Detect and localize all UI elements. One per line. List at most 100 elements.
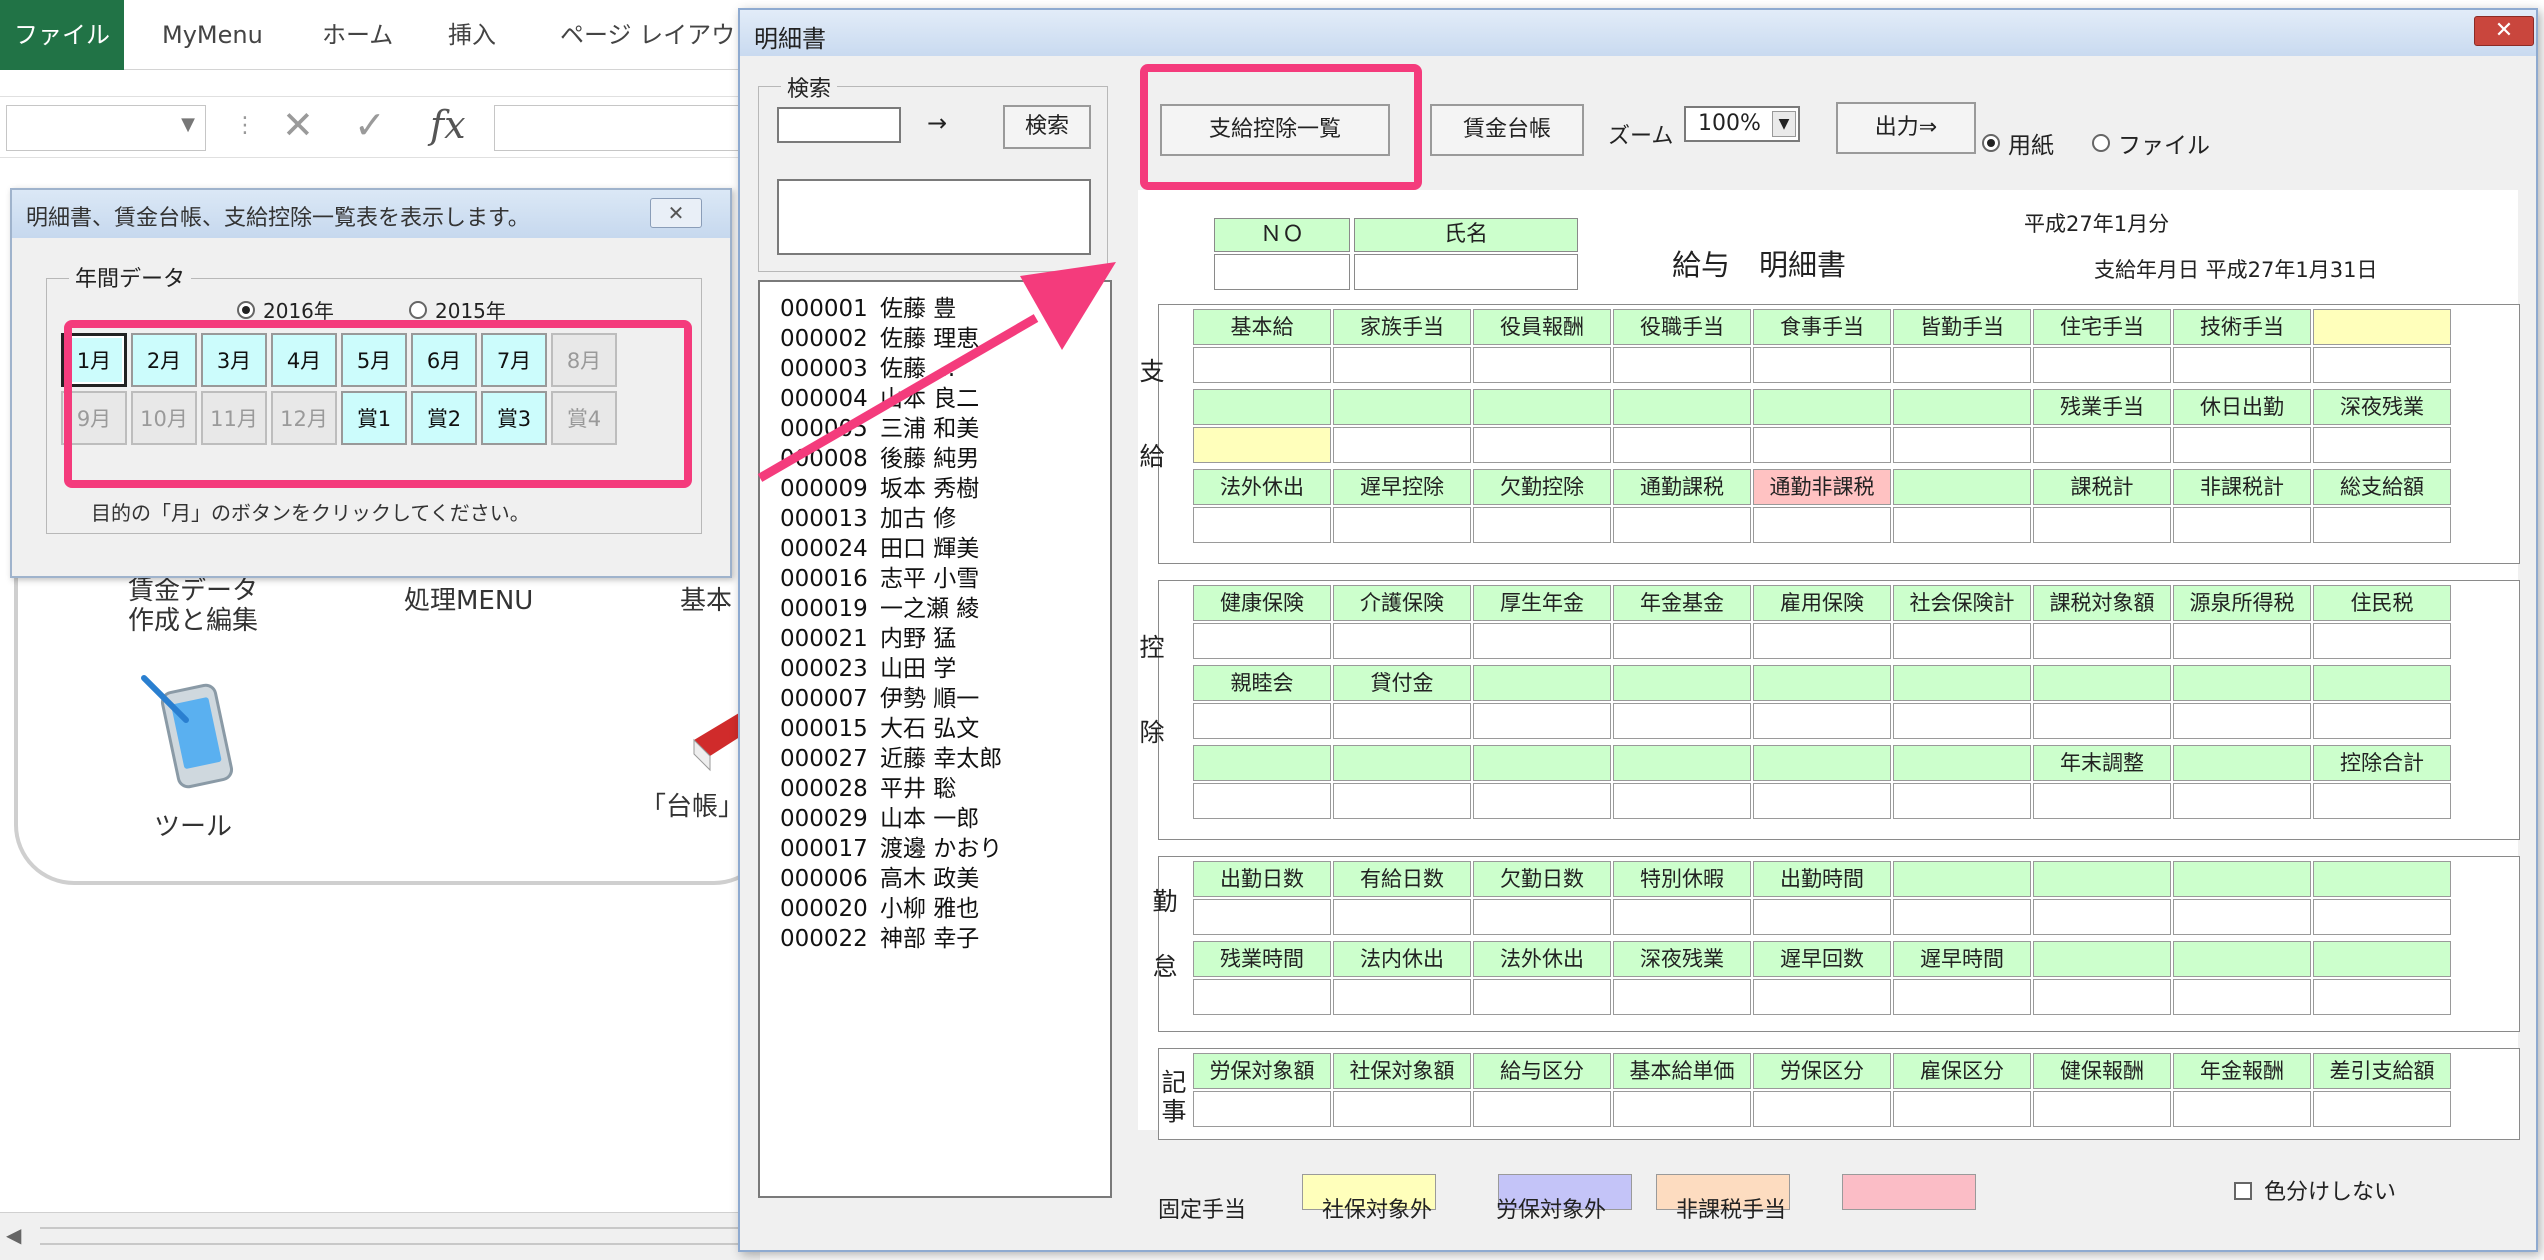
- scroll-track[interactable]: [40, 1227, 760, 1245]
- employee-list-item[interactable]: 000021 内野 猛: [780, 624, 1110, 654]
- menu-data-edit-line2[interactable]: 作成と編集: [128, 600, 258, 637]
- search-result-box[interactable]: [777, 179, 1091, 255]
- window-title: 明細書: [754, 25, 826, 53]
- item-value: [1473, 1091, 1611, 1127]
- item-label: 有給日数: [1333, 861, 1471, 897]
- output-button[interactable]: 出力⇒: [1836, 102, 1976, 154]
- employee-list-item[interactable]: 000022 神部 幸子: [780, 924, 1110, 954]
- item-label: 年金報酬: [2173, 1053, 2311, 1089]
- wage-ledger-button[interactable]: 賃金台帳: [1430, 104, 1584, 156]
- menu-basic[interactable]: 基本: [680, 580, 732, 617]
- item-label: 深夜残業: [1613, 941, 1751, 977]
- item-value: [1893, 1091, 2031, 1127]
- output-file-radio[interactable]: ファイル: [2092, 126, 2210, 160]
- no-color-checkbox[interactable]: [2234, 1182, 2252, 1200]
- dialog-titlebar[interactable]: 明細書、賃金台帳、支給控除一覧表を表示します。 ✕: [12, 190, 730, 238]
- employee-list-item[interactable]: 000015 大石 弘文: [780, 714, 1110, 744]
- item-label: [1893, 745, 2031, 781]
- employee-list-item[interactable]: 000007 伊勢 順一: [780, 684, 1110, 714]
- ribbon-tab-bar: ファイル MyMenu ホーム 挿入 ページ レイアウト: [0, 0, 760, 70]
- employee-list-item[interactable]: 000029 山本 一郎: [780, 804, 1110, 834]
- item-value: [1333, 507, 1471, 543]
- employee-list-item[interactable]: 000020 小柳 雅也: [780, 894, 1110, 924]
- tab-file[interactable]: ファイル: [0, 0, 124, 70]
- payslip-window: 明細書 ✕ 検索 → 検索 000001 佐藤 豊 000002 佐藤 理恵 00000…: [738, 8, 2538, 1252]
- zoom-select[interactable]: 100% ▼: [1684, 106, 1800, 142]
- chevron-down-icon[interactable]: ▼: [1772, 111, 1796, 137]
- employee-list-item[interactable]: 000008 後藤 純男: [780, 444, 1110, 474]
- item-value: [2313, 507, 2451, 543]
- employee-list-item[interactable]: 000019 一之瀬 綾: [780, 594, 1110, 624]
- item-value: [1613, 783, 1751, 819]
- employee-list-item[interactable]: 000023 山田 学: [780, 654, 1110, 684]
- tab-page-layout[interactable]: ページ レイアウト: [560, 0, 759, 70]
- item-value: [2033, 347, 2171, 383]
- legend-label: 固定手当: [1158, 1198, 1247, 1223]
- item-value: [2033, 979, 2171, 1015]
- employee-code: 000020: [780, 896, 868, 922]
- name-box[interactable]: ▼: [6, 105, 206, 151]
- radio-icon[interactable]: [2092, 134, 2110, 152]
- item-value: [2033, 783, 2171, 819]
- employee-list-item[interactable]: 000013 加古 修: [780, 504, 1110, 534]
- employee-name: 三浦 和美: [880, 416, 980, 442]
- employee-code: 000017: [780, 836, 868, 862]
- close-button[interactable]: ✕: [2474, 16, 2534, 46]
- employee-list-item[interactable]: 000028 平井 聡: [780, 774, 1110, 804]
- payslip-section: 記事 労保対象額 社保対象額 給与区分 基本給単価 労保区分 雇保区分 健保報酬 年金報酬 差引支…: [1158, 1048, 2520, 1140]
- employee-list-item[interactable]: 000027 近藤 幸太郎: [780, 744, 1110, 774]
- employee-list-item[interactable]: 000004 山本 良二: [780, 384, 1110, 414]
- window-titlebar[interactable]: 明細書 ✕: [740, 10, 2536, 56]
- item-value: [1193, 979, 1331, 1015]
- tab-mymenu[interactable]: MyMenu: [162, 0, 263, 70]
- item-label: 源泉所得税: [2173, 585, 2311, 621]
- item-label: 残業時間: [1193, 941, 1331, 977]
- menu-process[interactable]: 処理MENU: [404, 580, 533, 617]
- menu-tool[interactable]: ツール: [154, 806, 232, 843]
- tool-phone-icon[interactable]: [130, 670, 240, 800]
- item-label: 出勤時間: [1753, 861, 1891, 897]
- employee-list-item[interactable]: 000009 坂本 秀樹: [780, 474, 1110, 504]
- employee-list-item[interactable]: 000001 佐藤 豊: [780, 294, 1110, 324]
- item-label: [2033, 861, 2171, 897]
- cancel-icon[interactable]: ✕: [282, 103, 314, 147]
- insert-function-icon[interactable]: fx: [430, 103, 466, 147]
- employee-list-item[interactable]: 000002 佐藤 理恵: [780, 324, 1110, 354]
- employee-name: 山田 学: [880, 656, 957, 682]
- item-label: 総支給額: [2313, 469, 2451, 505]
- item-value: [1613, 899, 1751, 935]
- close-button[interactable]: ✕: [650, 198, 702, 228]
- group-label: 検索: [781, 71, 838, 103]
- tab-home[interactable]: ホーム: [322, 0, 393, 70]
- item-value: [2033, 507, 2171, 543]
- item-value: [2313, 783, 2451, 819]
- scroll-left-icon[interactable]: ◀: [6, 1223, 21, 1247]
- item-label: 残業手当: [2033, 389, 2171, 425]
- employee-list-item[interactable]: 000017 渡邊 かおり: [780, 834, 1110, 864]
- enter-icon[interactable]: ✓: [354, 103, 386, 147]
- radio-icon[interactable]: [409, 300, 427, 319]
- formula-input[interactable]: [494, 105, 760, 151]
- employee-list-item[interactable]: 000016 志平 小雪: [780, 564, 1110, 594]
- employee-list[interactable]: 000001 佐藤 豊 000002 佐藤 理恵 000003 佐藤 ... 000004 山…: [758, 280, 1112, 1198]
- search-input[interactable]: [777, 107, 901, 143]
- item-label: [2313, 941, 2451, 977]
- employee-name: 近藤 幸太郎: [880, 746, 1003, 772]
- employee-list-item[interactable]: 000005 三浦 和美: [780, 414, 1110, 444]
- horizontal-scrollbar[interactable]: ◀: [0, 1212, 760, 1260]
- radio-selected-icon[interactable]: [1982, 134, 2000, 152]
- employee-list-item[interactable]: 000003 佐藤 ...: [780, 354, 1110, 384]
- output-paper-radio[interactable]: 用紙: [1982, 126, 2054, 160]
- search-button[interactable]: 検索: [1003, 105, 1091, 149]
- option-label: ファイル: [2118, 133, 2210, 159]
- employee-list-item[interactable]: 000006 高木 政美: [780, 864, 1110, 894]
- pay-period: 平成27年1月分: [2024, 212, 2170, 236]
- employee-name: 志平 小雪: [880, 566, 980, 592]
- radio-selected-icon[interactable]: [237, 300, 255, 319]
- employee-name: 佐藤 ...: [880, 356, 956, 382]
- tab-insert[interactable]: 挿入: [448, 0, 496, 70]
- chevron-down-icon[interactable]: ▼: [181, 114, 195, 135]
- item-label: 雇用保険: [1753, 585, 1891, 621]
- menu-ledger[interactable]: 「台帳」: [640, 786, 744, 823]
- employee-list-item[interactable]: 000024 田口 輝美: [780, 534, 1110, 564]
